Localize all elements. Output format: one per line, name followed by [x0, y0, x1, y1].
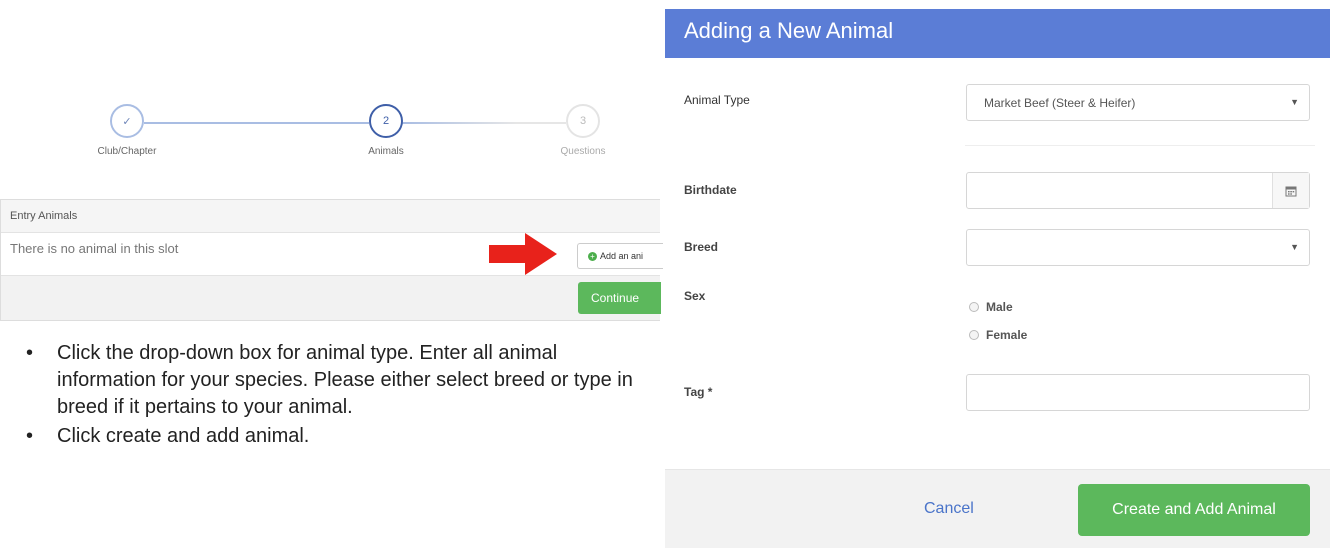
sex-label: Sex: [684, 289, 706, 303]
instruction-text: Click the drop-down box for animal type.…: [57, 342, 633, 418]
birthdate-label: Birthdate: [684, 183, 737, 197]
check-icon: ✓: [122, 115, 132, 128]
step-label-club-chapter: Club/Chapter: [97, 146, 157, 157]
list-item: • Click the drop-down box for animal typ…: [14, 340, 654, 421]
calendar-button[interactable]: [1272, 173, 1309, 208]
radio-label: Female: [986, 328, 1028, 342]
bullet-icon: •: [26, 342, 34, 364]
animal-type-select[interactable]: Market Beef (Steer & Heifer) ▼: [966, 84, 1310, 121]
bullet-icon: •: [26, 425, 34, 447]
radio-label: Male: [986, 300, 1013, 314]
empty-slot-text: There is no animal in this slot: [10, 241, 179, 256]
tag-label: Tag *: [684, 385, 713, 399]
step-number: 2: [382, 115, 390, 127]
caret-down-icon: ▼: [1290, 97, 1299, 107]
add-animal-label: Add an ani: [600, 251, 644, 261]
step-circle-questions[interactable]: 3: [566, 104, 600, 138]
calendar-icon: [1285, 186, 1297, 196]
list-item: • Click create and add animal.: [14, 423, 654, 450]
step-label-questions: Questions: [560, 146, 606, 157]
step-connector-completed: [144, 122, 369, 124]
step-circle-animals[interactable]: 2: [369, 104, 403, 138]
tag-input[interactable]: [966, 374, 1310, 411]
sex-option-male[interactable]: Male: [969, 300, 1013, 314]
radio-button[interactable]: [969, 302, 979, 312]
step-circle-club-chapter[interactable]: ✓: [110, 104, 144, 138]
section-divider: [965, 145, 1315, 146]
instruction-list: • Click the drop-down box for animal typ…: [14, 340, 654, 452]
sex-option-female[interactable]: Female: [969, 328, 1027, 342]
cancel-button[interactable]: Cancel: [924, 500, 974, 518]
caret-down-icon: ▼: [1290, 242, 1299, 252]
plus-circle-icon: +: [588, 252, 597, 262]
instruction-text: Click create and add animal.: [57, 425, 310, 447]
panel-footer: Continue: [1, 275, 661, 320]
animal-slot: There is no animal in this slot + Add an …: [1, 233, 663, 277]
panel-title: Entry Animals: [1, 200, 660, 233]
animal-type-value: Market Beef (Steer & Heifer): [984, 96, 1136, 110]
breed-label: Breed: [684, 240, 719, 254]
add-animal-modal: Adding a New Animal Animal Type Market B…: [665, 9, 1330, 548]
entry-animals-panel: Entry Animals There is no animal in this…: [0, 199, 663, 321]
modal-title: Adding a New Animal: [665, 9, 1330, 58]
breed-select[interactable]: ▼: [966, 229, 1310, 266]
add-animal-button[interactable]: + Add an ani: [577, 243, 663, 269]
step-connector-pending: [402, 122, 566, 124]
birthdate-input[interactable]: [966, 172, 1310, 209]
continue-button[interactable]: Continue: [578, 282, 661, 314]
animal-type-label: Animal Type: [684, 93, 750, 107]
modal-footer: Cancel Create and Add Animal: [665, 469, 1330, 548]
radio-button[interactable]: [969, 330, 979, 340]
red-arrow-icon: [489, 233, 557, 275]
create-and-add-animal-button[interactable]: Create and Add Animal: [1078, 484, 1310, 536]
step-number: 3: [579, 115, 587, 127]
step-label-animals: Animals: [368, 146, 404, 157]
progress-stepper: ✓ 2 3 Club/Chapter Animals Questions: [80, 104, 625, 157]
